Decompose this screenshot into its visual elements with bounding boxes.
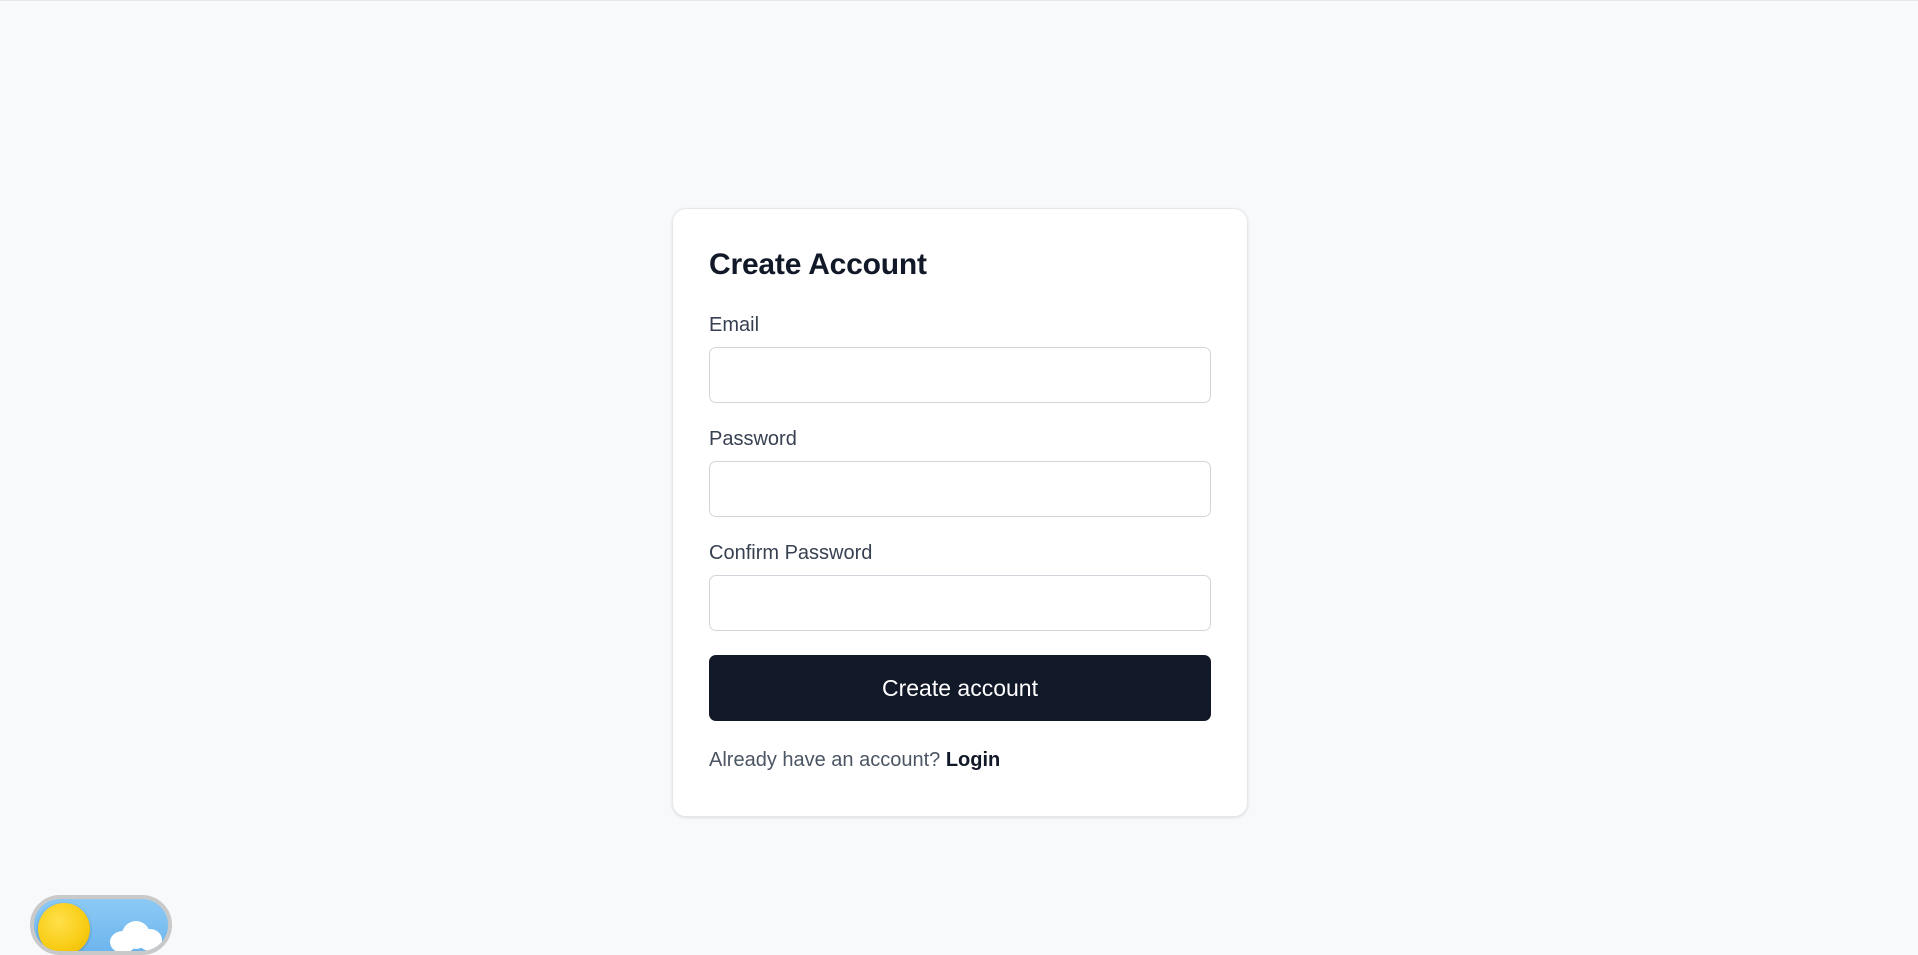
- signup-card: Create Account Email Password Confirm Pa…: [672, 208, 1248, 817]
- email-input[interactable]: [709, 347, 1211, 403]
- password-label: Password: [709, 428, 797, 450]
- email-label: Email: [709, 314, 760, 336]
- page-title: Create Account: [709, 248, 927, 281]
- confirm-password-label: Confirm Password: [709, 542, 873, 564]
- login-prompt: Already have an account? Login: [709, 747, 1211, 773]
- signup-form: Email Password Confirm Password Create a…: [709, 313, 1211, 721]
- email-field-group: Email: [709, 313, 1211, 403]
- login-prompt-text: Already have an account?: [709, 749, 941, 771]
- sun-icon: [38, 903, 90, 951]
- confirm-password-field-group: Confirm Password: [709, 541, 1211, 631]
- create-account-button[interactable]: Create account: [709, 655, 1211, 721]
- password-input[interactable]: [709, 461, 1211, 517]
- password-field-group: Password: [709, 427, 1211, 517]
- theme-toggle[interactable]: [30, 895, 172, 955]
- login-link[interactable]: Login: [946, 749, 1000, 771]
- confirm-password-input[interactable]: [709, 575, 1211, 631]
- cloud-icon: [110, 921, 162, 951]
